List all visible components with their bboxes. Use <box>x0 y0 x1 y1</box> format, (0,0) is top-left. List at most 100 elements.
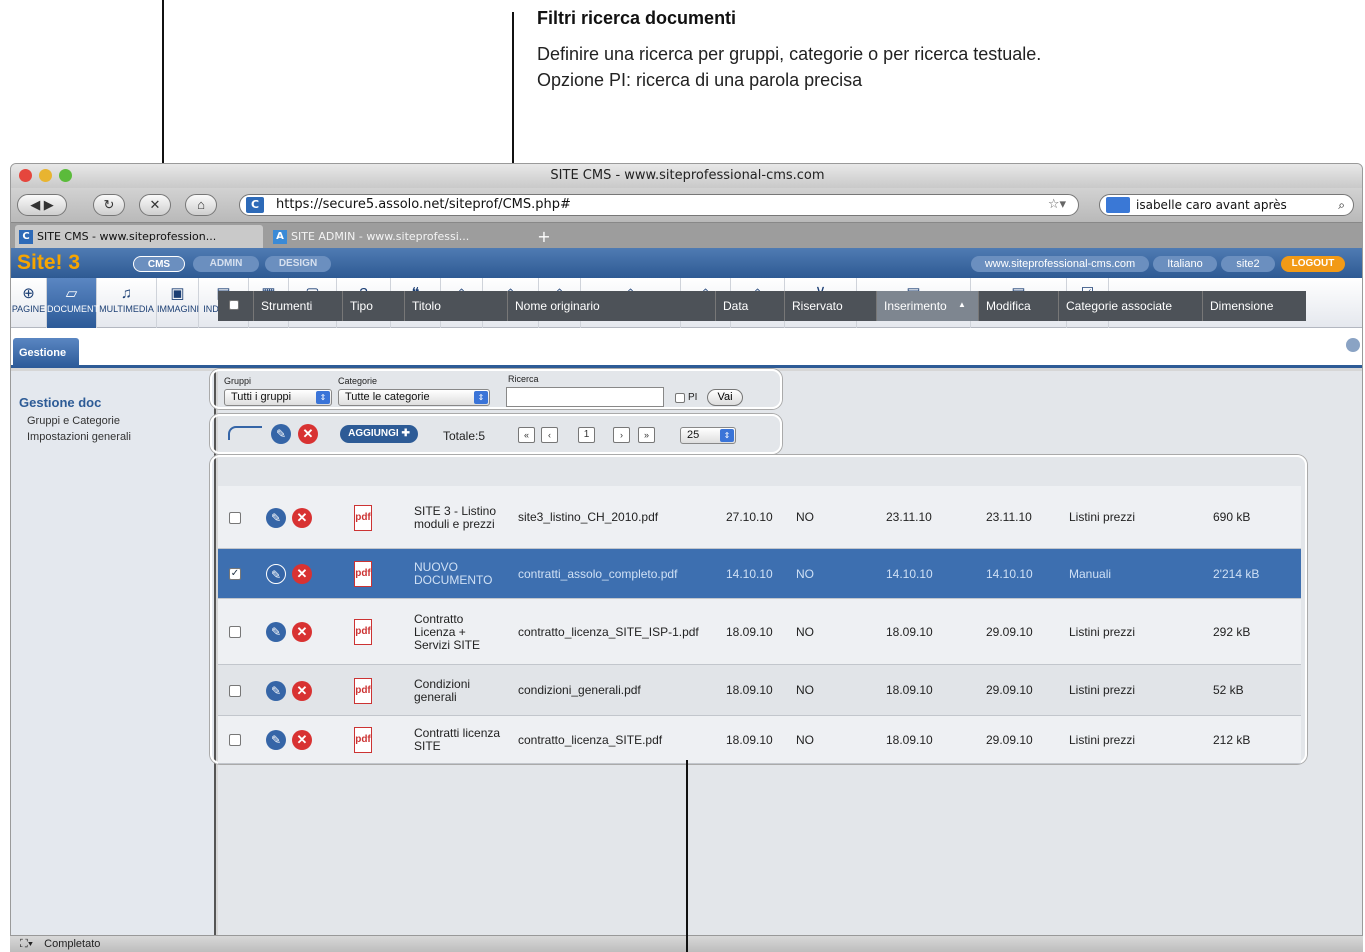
tool-label: MULTIMEDIA <box>99 304 154 314</box>
mode-design-button[interactable]: DESIGN <box>265 256 331 272</box>
tool-documenti[interactable]: ▱ DOCUMENTI <box>47 278 102 328</box>
browser-tab-label: SITE CMS - www.siteprofession... <box>37 230 217 243</box>
delete-selected-icon[interactable]: ✕ <box>298 424 318 444</box>
minimize-window-icon[interactable] <box>39 169 52 182</box>
collapse-icon[interactable] <box>1346 338 1360 352</box>
row-checkbox[interactable] <box>229 511 241 524</box>
browser-search-text: isabelle caro avant après <box>1136 198 1287 212</box>
browser-tab-cms[interactable]: C SITE CMS - www.siteprofession... <box>15 225 263 249</box>
sort-asc-icon[interactable]: ▲ <box>958 300 966 309</box>
back-forward-button[interactable]: ◀ ▶ <box>17 194 67 216</box>
cell-inserted: 18.09.10 <box>886 624 933 639</box>
row-checkbox[interactable] <box>229 684 241 697</box>
language-select[interactable]: Italiano <box>1153 256 1217 272</box>
prev-page-icon[interactable]: ‹ <box>541 427 558 443</box>
column-header[interactable]: Strumenti <box>253 291 342 321</box>
categories-select[interactable]: Tutte le categorie ⇕ <box>338 389 490 406</box>
row-checkbox[interactable] <box>229 734 241 746</box>
delete-icon[interactable]: ✕ <box>292 564 312 584</box>
site-url-link[interactable]: www.siteprofessional-cms.com <box>971 256 1149 272</box>
tool-pagine[interactable]: ⊕ PAGINE <box>11 278 47 328</box>
per-page-select[interactable]: 25 ⇕ <box>680 427 736 444</box>
page-number[interactable]: 1 <box>578 427 595 443</box>
home-icon[interactable]: ⌂ <box>185 194 217 216</box>
column-header[interactable]: Titolo <box>404 291 507 321</box>
column-header[interactable]: Dimensione <box>1202 291 1306 321</box>
add-button[interactable]: AGGIUNGI ✚ <box>340 425 418 443</box>
cell-category: Listini prezzi <box>1069 510 1136 524</box>
google-icon <box>1106 197 1130 213</box>
column-header[interactable]: Data <box>715 291 784 321</box>
cell-date: 18.09.10 <box>726 732 773 747</box>
select-all-checkbox[interactable] <box>229 300 239 310</box>
table-row[interactable]: ✎ ✕ pdf Contratti licenza SITE contratto_lic… <box>218 716 1301 764</box>
table-row[interactable]: ✎ ✕ pdf SITE 3 - Listino moduli e prezzi sit… <box>218 486 1301 549</box>
groups-select[interactable]: Tutti i gruppi ⇕ <box>224 389 332 406</box>
status-text: Completato <box>44 938 101 950</box>
row-checkbox[interactable] <box>229 626 241 638</box>
logout-button[interactable]: LOGOUT <box>1281 256 1345 272</box>
delete-icon[interactable]: ✕ <box>292 507 312 528</box>
edit-icon[interactable]: ✎ <box>266 680 286 701</box>
user-link[interactable]: site2 <box>1221 256 1275 272</box>
window-title: SITE CMS - www.siteprofessional-cms.com <box>550 168 825 183</box>
edit-icon[interactable]: ✎ <box>266 507 286 528</box>
next-page-icon[interactable]: › <box>613 427 630 443</box>
last-page-icon[interactable]: » <box>638 427 655 443</box>
zoom-window-icon[interactable] <box>59 169 72 182</box>
tool-label: DOCUMENTI <box>47 304 102 314</box>
tab-gestione[interactable]: Gestione <box>13 338 79 368</box>
sidebar: Gestione doc Gruppi e Categorie Impostaz… <box>11 371 216 941</box>
column-header[interactable]: Nome originario <box>507 291 715 321</box>
delete-icon[interactable]: ✕ <box>292 680 312 701</box>
cell-title: SITE 3 - Listino moduli e prezzi <box>414 503 497 531</box>
table-row[interactable]: ✓ ✎ ✕ pdf NUOVO DOCUMENTO contratti_assolo_co… <box>218 549 1301 599</box>
tool-multimedia[interactable]: ♫ MULTIMEDIA <box>97 278 157 328</box>
magnifier-icon[interactable]: ⌕ <box>1338 195 1345 215</box>
column-header[interactable]: Categorie associate <box>1058 291 1202 321</box>
mode-admin-button[interactable]: ADMIN <box>193 256 259 272</box>
pdf-icon: pdf <box>354 504 372 531</box>
site-favicon-icon: C <box>246 197 264 213</box>
delete-icon[interactable]: ✕ <box>292 622 312 642</box>
stop-icon[interactable]: ✕ <box>139 194 171 216</box>
mode-cms-button[interactable]: CMS <box>133 256 185 272</box>
go-button[interactable]: Vai <box>707 389 743 406</box>
tool-immagini[interactable]: ▣ IMMAGINI <box>157 278 199 328</box>
cell-reserved: NO <box>796 510 814 524</box>
edit-icon[interactable]: ✎ <box>266 564 286 584</box>
status-tool-icon[interactable]: ⛶▾ <box>20 938 33 950</box>
browser-search-field[interactable]: isabelle caro avant après ⌕ <box>1099 194 1354 216</box>
first-page-icon[interactable]: « <box>518 427 535 443</box>
bookmark-star-icon[interactable]: ☆▾ <box>1048 195 1066 215</box>
cell-title: Contratto Licenza + Servizi SITE <box>414 611 481 652</box>
edit-selected-icon[interactable]: ✎ <box>271 424 291 444</box>
row-checkbox[interactable]: ✓ <box>229 568 241 580</box>
close-window-icon[interactable] <box>19 169 32 182</box>
pi-checkbox[interactable] <box>675 393 685 403</box>
column-header[interactable]: Riservato <box>784 291 876 321</box>
cell-modified: 14.10.10 <box>986 566 1033 581</box>
cell-reserved: NO <box>796 683 814 697</box>
browser-tab-admin[interactable]: A SITE ADMIN - www.siteprofessi... <box>269 225 537 249</box>
header-select-all[interactable] <box>218 291 253 321</box>
delete-icon[interactable]: ✕ <box>292 730 312 750</box>
column-header[interactable]: Modifica <box>978 291 1058 321</box>
column-header[interactable]: Tipo <box>342 291 404 321</box>
cell-category: Manuali <box>1069 566 1112 581</box>
address-bar[interactable]: C https://secure5.assolo.net/siteprof/CM… <box>239 194 1079 216</box>
sidebar-heading[interactable]: Gestione doc <box>19 395 101 410</box>
total-count: Totale:5 <box>443 429 486 443</box>
search-input[interactable] <box>506 387 664 407</box>
edit-icon[interactable]: ✎ <box>266 730 286 750</box>
sidebar-item-gruppi[interactable]: Gruppi e Categorie <box>27 415 120 427</box>
table-row[interactable]: ✎ ✕ pdf Condizioni generali condizioni_gener… <box>218 665 1301 716</box>
app-header: Site! 3 CMS ADMIN DESIGN www.siteprofess… <box>11 248 1362 278</box>
edit-icon[interactable]: ✎ <box>266 622 286 642</box>
reload-icon[interactable]: ↻ <box>93 194 125 216</box>
new-tab-button[interactable]: + <box>531 225 557 249</box>
table-row[interactable]: ✎ ✕ pdf Contratto Licenza + Servizi SITE con… <box>218 599 1301 665</box>
sidebar-item-impostazioni[interactable]: Impostazioni generali <box>27 431 131 443</box>
cell-inserted: 14.10.10 <box>886 566 933 581</box>
cell-filename: contratti_assolo_completo.pdf <box>518 566 678 581</box>
